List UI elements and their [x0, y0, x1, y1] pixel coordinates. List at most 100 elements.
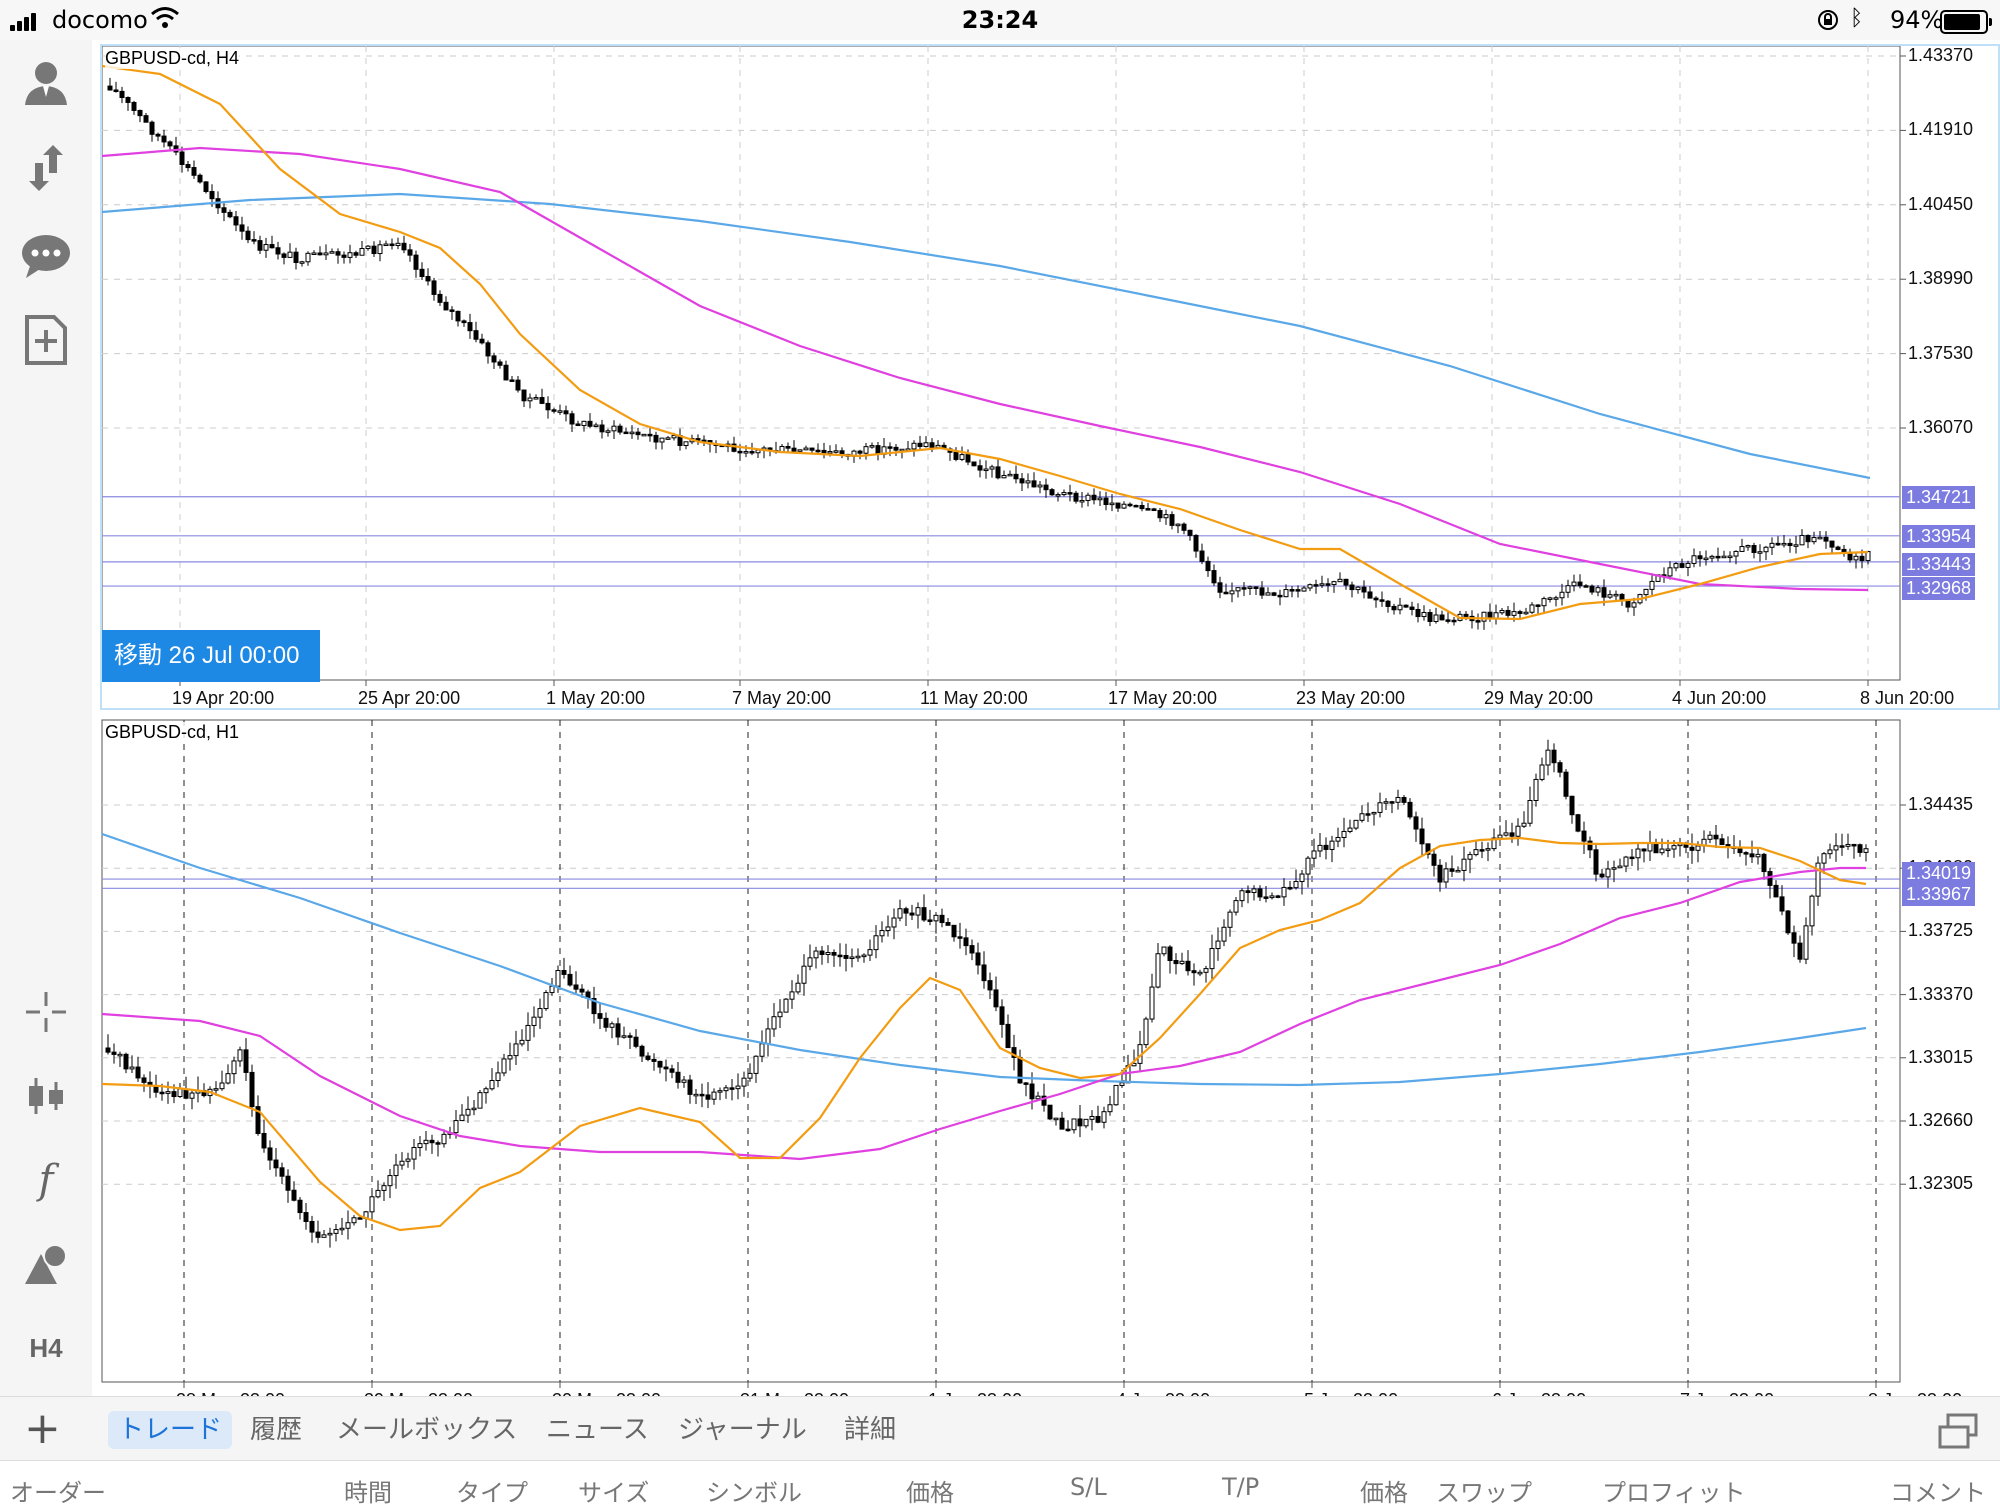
- crosshair-icon[interactable]: [18, 984, 74, 1040]
- candle-body: [1631, 602, 1637, 608]
- candle-body: [1695, 845, 1701, 851]
- person-icon[interactable]: [18, 54, 74, 110]
- candle-body: [345, 1222, 351, 1229]
- candle-body: [1547, 597, 1553, 600]
- candle-body: [1625, 599, 1631, 608]
- candle-body: [917, 442, 923, 448]
- candle-body: [1239, 890, 1245, 902]
- candle-body: [387, 1175, 393, 1187]
- candle-body: [749, 451, 755, 454]
- status-clock: 23:24: [961, 6, 1039, 34]
- candle-body: [861, 954, 867, 958]
- candle-body: [1787, 542, 1793, 547]
- candle-body: [969, 945, 975, 954]
- scroll-to-date-button[interactable]: 移動 26 Jul 00:00: [102, 630, 320, 682]
- candle-body: [1517, 611, 1523, 614]
- candle-body: [609, 1023, 615, 1028]
- tab-journal[interactable]: ジャーナル: [668, 1411, 817, 1449]
- tab-trade[interactable]: トレード: [108, 1411, 233, 1449]
- candle-body: [995, 466, 1001, 479]
- candle-body: [1277, 594, 1283, 598]
- h4-chart[interactable]: GBPUSD-cd, H4 移動 26 Jul 00:00 1.43370 1.4…: [100, 44, 2000, 710]
- candle-body: [1559, 591, 1565, 599]
- candle-body: [789, 991, 795, 1000]
- tab-details[interactable]: 詳細: [834, 1411, 906, 1449]
- candle-body: [539, 397, 545, 404]
- tab-history[interactable]: 履歴: [240, 1411, 312, 1449]
- price-tick-label: 1.32305: [1908, 1173, 1974, 1194]
- candle-body: [489, 1080, 495, 1090]
- candle-body: [1341, 830, 1347, 838]
- candle-body: [179, 151, 185, 166]
- candle-body: [461, 320, 467, 324]
- candle-body: [863, 446, 869, 454]
- candle-body: [837, 954, 843, 958]
- arrows-icon[interactable]: [18, 140, 74, 196]
- h1-chart[interactable]: GBPUSD-cd, H1 1.344351.340801.337251.333…: [100, 718, 2000, 1410]
- candle-body: [1361, 586, 1367, 593]
- candle-body: [965, 454, 971, 463]
- window-layout-icon[interactable]: [1938, 1413, 1978, 1449]
- candle-body: [441, 1133, 447, 1145]
- candle-body: [771, 1016, 777, 1030]
- candle-body: [1257, 888, 1263, 898]
- candlestick-icon[interactable]: [18, 1068, 74, 1124]
- candle-body: [197, 174, 203, 183]
- add-document-icon[interactable]: [18, 312, 74, 368]
- candle-body: [1613, 593, 1619, 597]
- candle-body: [957, 936, 963, 939]
- candle-body: [953, 451, 959, 460]
- add-icon[interactable]: +: [24, 1407, 61, 1451]
- candle-body: [669, 1068, 675, 1073]
- tab-news[interactable]: ニュース: [536, 1411, 659, 1449]
- candle-body: [305, 252, 311, 263]
- candle-body: [1167, 946, 1173, 961]
- tab-mailbox[interactable]: メールボックス: [326, 1411, 527, 1449]
- candle-body: [531, 1016, 537, 1026]
- time-tick-label: 23 May 20:00: [1296, 688, 1406, 708]
- candle-body: [717, 1090, 723, 1093]
- candle-body: [1325, 583, 1331, 586]
- candle-body: [117, 1053, 123, 1057]
- candle-body: [1689, 846, 1695, 851]
- candle-body: [467, 322, 473, 332]
- candle-body: [1475, 620, 1481, 623]
- candle-body: [405, 1158, 411, 1162]
- candle-body: [495, 1072, 501, 1082]
- candle-body: [321, 1234, 327, 1238]
- candle-body: [161, 135, 167, 143]
- column-price: 価格: [906, 1479, 954, 1507]
- candle-body: [1037, 484, 1043, 488]
- chat-bubble-icon[interactable]: [18, 228, 74, 284]
- candle-body: [1169, 514, 1175, 526]
- candle-body: [1775, 542, 1781, 546]
- candle-body: [1691, 555, 1697, 564]
- candle-body: [1545, 749, 1551, 766]
- candle-body: [341, 254, 347, 258]
- candle-body: [1391, 605, 1397, 611]
- timeframe-button[interactable]: H4: [18, 1320, 74, 1376]
- candle-body: [567, 973, 573, 986]
- candle-body: [1031, 480, 1037, 488]
- candle-body: [1643, 588, 1649, 596]
- candle-body: [1049, 489, 1055, 496]
- candle-body: [665, 437, 671, 440]
- candle-body: [1455, 869, 1461, 873]
- candle-body: [1301, 587, 1307, 592]
- candle-body: [1437, 864, 1443, 883]
- candle-body: [1079, 499, 1085, 503]
- shapes-icon[interactable]: [18, 1236, 74, 1292]
- candle-body: [1383, 801, 1389, 804]
- column-type: タイプ: [456, 1479, 528, 1507]
- candle-body: [1101, 1111, 1107, 1123]
- trade-table-header: オーダー 時間 タイプ サイズ シンボル 価格 S/L T/P 価格 スワップ …: [0, 1460, 2000, 1507]
- status-bar: docomo 23:24 ᛒ 94%: [0, 0, 2000, 40]
- function-icon[interactable]: f: [18, 1152, 74, 1208]
- candle-body: [1749, 853, 1755, 858]
- price-level-label: 1.32968: [1902, 577, 1976, 601]
- candle-body: [525, 1024, 531, 1041]
- candle-body: [821, 449, 827, 454]
- candle-body: [1367, 591, 1373, 599]
- candle-body: [1563, 771, 1569, 797]
- candle-body: [389, 243, 395, 247]
